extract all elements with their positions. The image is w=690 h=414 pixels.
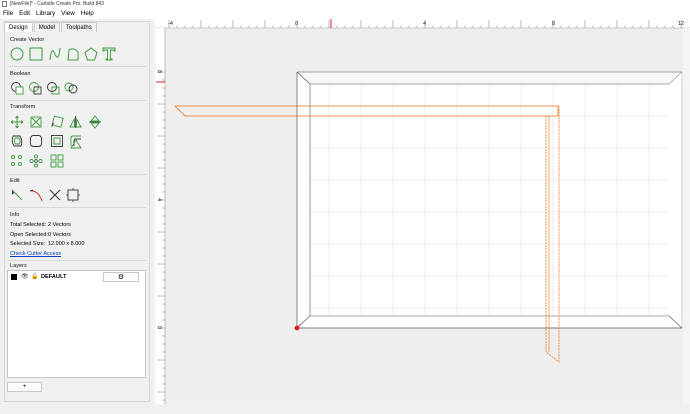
rounded-rect-icon[interactable]	[29, 134, 43, 148]
info-open-selected: Open Selected: 0 Vectors	[10, 232, 71, 238]
section-transform: Transform	[10, 104, 36, 110]
rotate-icon[interactable]	[50, 115, 64, 129]
weld-icon[interactable]	[64, 81, 78, 95]
eye-icon[interactable]: 👁	[21, 273, 29, 280]
info-open-selected-value: 0 Vectors	[48, 232, 71, 238]
add-layer-button[interactable]: +	[7, 382, 42, 392]
rectangle-icon[interactable]	[29, 47, 43, 61]
curve-icon[interactable]	[48, 47, 62, 61]
lock-icon[interactable]: 🔓	[31, 273, 38, 280]
text-icon[interactable]	[102, 47, 116, 61]
ruler-label: 8	[552, 21, 555, 27]
stock-material	[296, 71, 683, 329]
circular-array-icon[interactable]	[10, 154, 24, 168]
ruler-label: 4	[423, 21, 426, 27]
check-cutter-access-link[interactable]: Check Cutter Access	[10, 251, 61, 257]
mirror-icon[interactable]	[69, 115, 83, 129]
ruler-label: 0	[295, 21, 298, 27]
menu-help[interactable]: Help	[78, 9, 97, 19]
move-icon[interactable]	[10, 115, 24, 129]
layer-color-swatch[interactable]	[11, 274, 17, 280]
node-edit-icon[interactable]	[10, 188, 24, 202]
menu-library[interactable]: Library	[33, 9, 58, 19]
ruler-label: 0	[156, 326, 162, 329]
offset-icon[interactable]	[10, 134, 24, 148]
section-create-vector: Create Vector	[10, 37, 45, 43]
design-canvas[interactable]: -4 0 4 8 12 8 4 0	[155, 18, 690, 404]
curve-edit-icon[interactable]	[29, 188, 43, 202]
inset-icon[interactable]	[50, 134, 64, 148]
title-bar: [NewFile]* - Carbide Create Pro, Build 8…	[0, 0, 690, 9]
ruler-label: 8	[156, 70, 162, 73]
panel-tabs: Design Model Toolpaths	[4, 22, 98, 32]
menu-edit[interactable]: Edit	[16, 9, 33, 19]
ruler-label: -4	[168, 21, 173, 27]
layer-settings-button[interactable]: ⚙	[103, 272, 139, 282]
section-layers: Layers	[10, 263, 27, 269]
window-title: [NewFile]* - Carbide Create Pro, Build 8…	[10, 1, 104, 7]
canvas-svg[interactable]: -4 0 4 8 12 8 4 0	[155, 18, 690, 404]
tab-toolpaths[interactable]: Toolpaths	[61, 22, 97, 32]
app-icon	[2, 1, 7, 7]
ruler-label: 4	[156, 198, 162, 201]
separator	[8, 174, 146, 175]
scale-icon[interactable]	[29, 115, 43, 129]
separator	[8, 100, 146, 101]
layers-list	[7, 270, 146, 378]
section-info: Info	[10, 212, 20, 218]
tab-model[interactable]: Model	[33, 22, 61, 32]
section-edit: Edit	[10, 178, 20, 184]
info-selected-size-value: 12.000 x 8.000	[48, 241, 85, 247]
grid-array-icon[interactable]	[50, 154, 64, 168]
tab-design[interactable]: Design	[4, 22, 33, 32]
union-icon[interactable]	[10, 81, 24, 95]
separator	[8, 207, 146, 208]
info-selected-size: Selected Size: 12.000 x 8.000	[10, 241, 85, 247]
difference-icon[interactable]	[28, 81, 42, 95]
polyline-icon[interactable]	[66, 47, 80, 61]
bounding-box-icon[interactable]	[66, 188, 80, 202]
separator	[8, 66, 146, 67]
ruler-label: 12	[678, 21, 684, 27]
intersect-icon[interactable]	[46, 81, 60, 95]
circle-icon[interactable]	[10, 47, 24, 61]
gear-icon: ⚙	[117, 274, 125, 281]
separator	[8, 260, 146, 261]
flip-icon[interactable]	[88, 115, 102, 129]
info-total-selected: Total Selected: 2 Vectors	[10, 222, 71, 228]
vertical-scrollbar[interactable]	[683, 28, 690, 404]
info-total-selected-value: 2 Vectors	[48, 222, 71, 228]
trim-icon[interactable]	[48, 188, 62, 202]
triangle-icon[interactable]	[69, 135, 83, 149]
radial-array-icon[interactable]	[29, 154, 43, 168]
polygon-icon[interactable]	[84, 47, 98, 61]
section-boolean: Boolean	[10, 71, 31, 77]
layer-name[interactable]: DEFAULT	[41, 274, 66, 280]
menu-file[interactable]: File	[0, 9, 16, 19]
menu-view[interactable]: View	[58, 9, 78, 19]
